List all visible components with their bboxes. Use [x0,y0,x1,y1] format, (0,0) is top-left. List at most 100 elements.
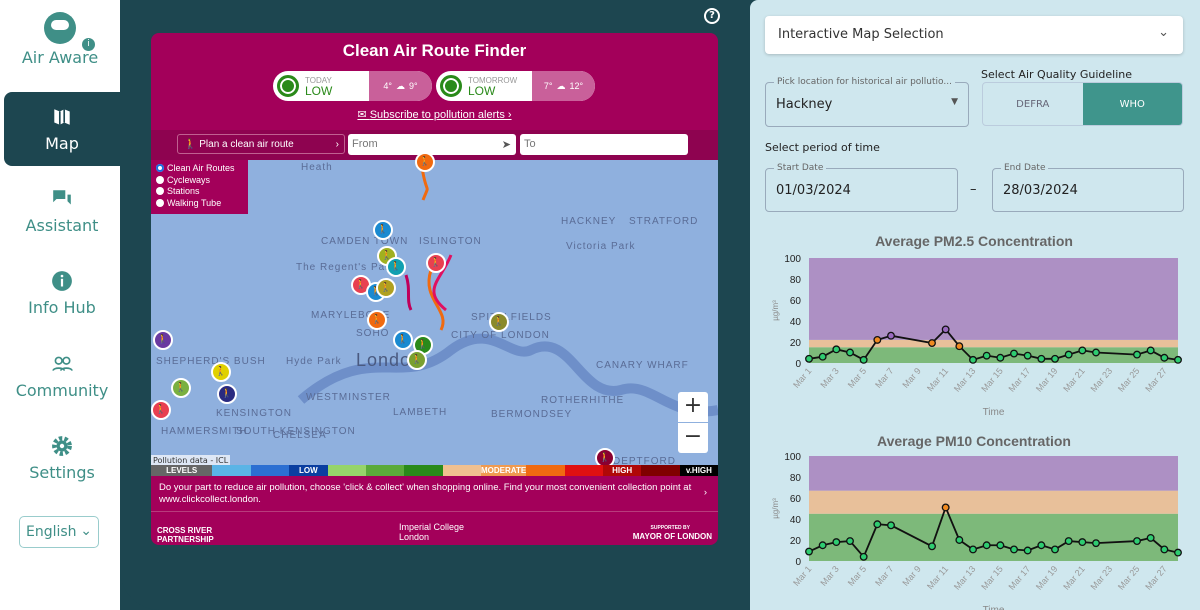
route-marker[interactable]: 🚶 [373,220,393,240]
data-point [969,355,977,364]
route-marker[interactable]: 🚶 [489,312,509,332]
sidebar-item-label: Settings [29,463,95,482]
data-point [859,552,868,561]
from-placeholder: From [352,138,378,150]
route-marker[interactable]: 🚶 [426,253,446,273]
location-select[interactable]: Pick location for historical air polluti… [765,77,969,127]
x-tick-label: Mar 13 [952,366,978,394]
data-point [873,335,882,344]
x-tick-label: Mar 25 [1116,366,1142,394]
layer-option[interactable]: Walking Tube [156,198,243,210]
data-point [805,547,813,556]
x-tick-label: Mar 5 [846,564,868,588]
data-point [1174,548,1182,557]
level-swatch: LOW [289,465,328,476]
map-label: CANARY WHARF [596,360,689,371]
map-label: HACKNEY [561,216,617,227]
gear-icon [52,436,72,456]
help-icon[interactable]: ? [704,8,720,24]
rain-cloud-icon: ☁ [556,80,566,91]
layer-option[interactable]: Cycleways [156,175,243,187]
route-marker[interactable]: 🚶 [407,350,427,370]
map[interactable]: Clean Air Routes Cycleways Stations Walk… [151,152,718,468]
level-swatch [442,465,482,476]
route-bar: 🚶 Plan a clean air route › From ➤ To [151,130,718,160]
map-label: BERMONDSEY [491,409,573,420]
layer-label: Clean Air Routes [167,163,235,173]
route-marker[interactable]: 🚶 [393,330,413,350]
data-point [1092,348,1100,357]
sidebar-item-info-hub[interactable]: Info Hub [4,270,120,344]
data-point [805,354,813,363]
y-tick-label: 60 [790,494,802,505]
mayor-logo: MAYOR OF LONDON [632,532,712,541]
plan-label: Plan a clean air route [199,139,294,150]
temp-low: 4° [383,81,392,91]
sidebar-item-community[interactable]: Community [4,353,120,427]
map-label: LAMBETH [393,407,448,418]
map-label: SPITALFIELDS [471,312,552,323]
date-separator: – [970,182,977,197]
data-point [1023,546,1032,555]
x-tick-label: Mar 11 [925,564,950,591]
y-tick-label: 80 [790,473,802,484]
layer-option[interactable]: Stations [156,186,243,198]
x-tick-label: Mar 23 [1089,366,1115,394]
location-value: Hackney [776,97,833,112]
x-tick-label: Mar 27 [1143,366,1169,394]
from-input[interactable]: From ➤ [348,134,516,155]
pollution-levels-scale: LEVELS LOW MODERATE HIGH v.HIGH [151,465,718,476]
tip-banner[interactable]: Do your part to reduce air pollution, ch… [159,482,707,506]
data-point [1064,537,1073,545]
data-point [846,348,854,357]
route-marker[interactable]: 🚶 [376,278,396,298]
x-tick-label: Mar 19 [1034,366,1060,394]
defra-button[interactable]: DEFRA [983,83,1083,125]
logo-icon [44,12,76,44]
widget-title: Clean Air Route Finder [342,41,527,60]
sidebar-item-map[interactable]: Map [4,92,120,166]
to-input[interactable]: To [520,134,688,155]
route-marker[interactable]: 🚶 [217,384,237,404]
layer-option[interactable]: Clean Air Routes [156,163,243,175]
start-date-value: 01/03/2024 [776,183,851,198]
map-label: CAMDEN TOWN [321,236,409,247]
x-tick-label: Mar 5 [846,366,868,390]
language-select[interactable]: English ⌄ [19,516,99,548]
route-marker[interactable]: 🚶 [367,310,387,330]
route-marker[interactable]: 🚶 [151,400,171,420]
x-tick-label: Mar 27 [1143,564,1169,592]
route-marker[interactable]: 🚶 [415,152,435,172]
sidebar-item-assistant[interactable]: Assistant [4,188,120,262]
data-point [941,503,950,512]
info-badge-icon[interactable]: i [82,38,95,51]
route-marker[interactable]: 🚶 [171,378,191,398]
imperial-logo: Imperial College London [399,522,465,542]
data-point [996,541,1005,550]
route-marker[interactable]: 🚶 [211,362,231,382]
sidebar-item-settings[interactable]: Settings [4,435,120,509]
data-point [1037,541,1046,550]
brand[interactable]: i Air Aware [0,12,120,67]
x-tick-label: Mar 7 [873,564,895,588]
map-label: CHELSEA [273,430,327,441]
start-date-label: Start Date [774,163,827,173]
today-forecast: TODAY LOW 4° ☁ 9° [273,71,432,101]
layer-selector: Clean Air Routes Cycleways Stations Walk… [151,160,248,214]
locate-arrow-icon[interactable]: ➤ [502,138,511,151]
route-marker[interactable]: 🚶 [386,257,406,277]
y-tick-label: 100 [784,254,801,265]
zoom-in-button[interactable]: + [678,392,708,422]
radio-icon [156,198,164,207]
route-marker[interactable]: 🚶 [153,330,173,350]
start-date-input[interactable]: Start Date 01/03/2024 [765,163,958,212]
map-label: Hyde Park [286,356,342,367]
end-date-input[interactable]: End Date 28/03/2024 [992,163,1184,212]
map-selection-dropdown[interactable]: Interactive Map Selection ⌄ [765,16,1183,54]
plan-route-button[interactable]: 🚶 Plan a clean air route › [177,134,345,154]
level-swatch [327,465,366,476]
threshold-band [809,456,1178,491]
subscribe-link[interactable]: ✉ Subscribe to pollution alerts › [151,108,718,121]
zoom-out-button[interactable]: − [678,423,708,453]
who-button[interactable]: WHO [1082,83,1182,125]
